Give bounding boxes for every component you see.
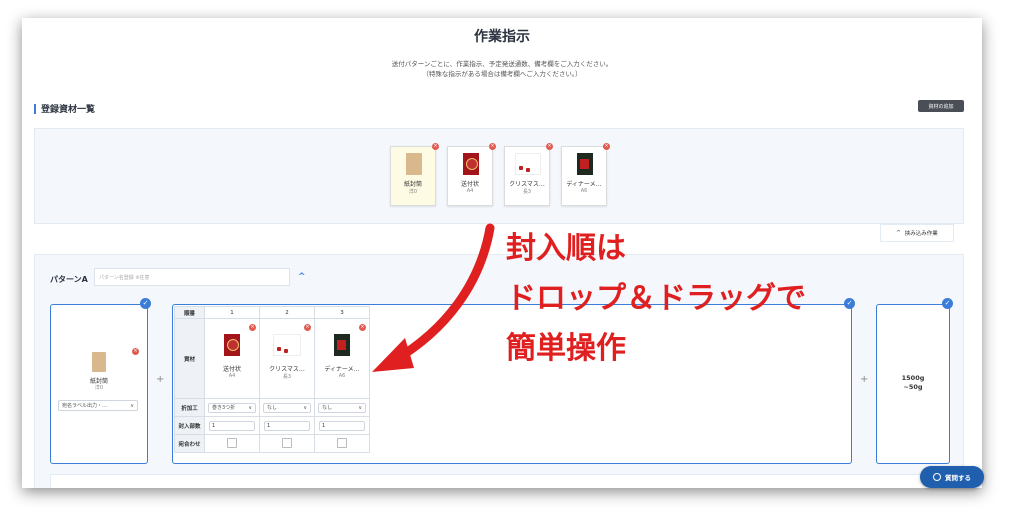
help-button-label: 質問する: [945, 474, 971, 482]
chat-bubble-icon: [933, 473, 941, 481]
annotation-text-2: ドロップ＆ドラッグで: [506, 281, 806, 316]
help-button[interactable]: 質問する: [920, 466, 984, 488]
annotation-text-1: 封入順は: [506, 231, 626, 266]
arrow-head: [372, 338, 414, 372]
arrow-shaft: [390, 223, 495, 365]
annotation-text-3: 簡単操作: [506, 331, 626, 366]
